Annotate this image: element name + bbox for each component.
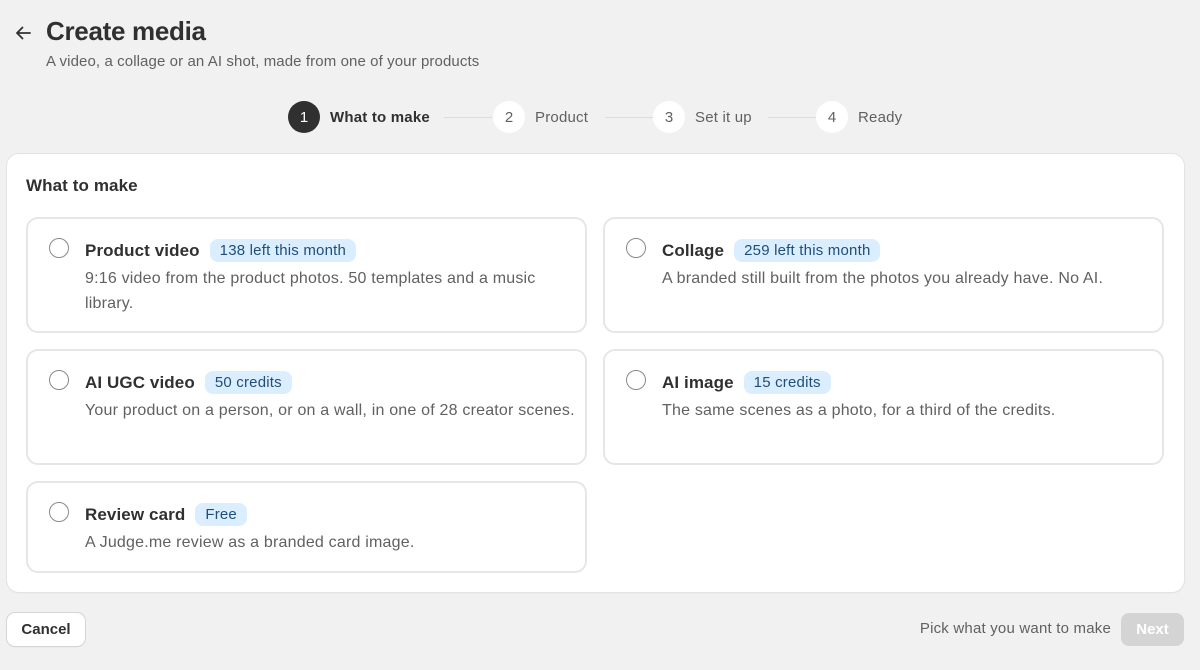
option-title: AI image xyxy=(662,372,734,392)
page-header: Create media A video, a collage or an AI… xyxy=(0,0,1200,80)
step-set-it-up: 3 Set it up xyxy=(653,100,752,134)
option-description: A branded still built from the photos yo… xyxy=(662,270,1104,287)
option-review-card[interactable]: Review card Free A Judge.me review as a … xyxy=(26,481,587,573)
option-description: 9:16 video from the product photos. 50 t… xyxy=(85,270,536,312)
option-product-video[interactable]: Product video 138 left this month 9:16 v… xyxy=(26,217,587,333)
step-label: Product xyxy=(535,108,589,126)
step-connector xyxy=(444,117,492,118)
option-ai-image[interactable]: AI image 15 credits The same scenes as a… xyxy=(603,349,1164,465)
option-description: A Judge.me review as a branded card imag… xyxy=(85,534,415,551)
radio-button[interactable] xyxy=(626,370,646,390)
step-number: 1 xyxy=(288,101,320,133)
arrow-left-icon xyxy=(16,26,31,40)
option-title: Review card xyxy=(85,504,186,524)
option-title: Product video xyxy=(85,240,200,260)
radio-button[interactable] xyxy=(626,238,646,258)
step-label: What to make xyxy=(330,108,430,126)
option-badge: Free xyxy=(195,503,247,526)
step-number: 2 xyxy=(493,101,525,133)
step-number: 3 xyxy=(653,101,685,133)
radio-button[interactable] xyxy=(49,502,69,522)
stepper: 1 What to make 2 Product 3 Set it up 4 R… xyxy=(0,100,1200,134)
option-badge: 259 left this month xyxy=(734,239,881,262)
step-what-to-make: 1 What to make xyxy=(288,100,430,134)
media-type-card: What to make Product video 138 left this… xyxy=(7,154,1184,592)
option-description: Your product on a person, or on a wall, … xyxy=(85,402,575,419)
cancel-button[interactable]: Cancel xyxy=(7,613,85,646)
back-button[interactable] xyxy=(10,20,36,46)
option-badge: 15 credits xyxy=(743,371,831,394)
step-connector xyxy=(768,117,816,118)
section-title: What to make xyxy=(26,176,138,195)
option-description: The same scenes as a photo, for a third … xyxy=(662,402,1056,419)
option-badge: 50 credits xyxy=(204,371,292,394)
step-number: 4 xyxy=(816,101,848,133)
step-label: Ready xyxy=(858,108,903,126)
option-collage[interactable]: Collage 259 left this month A branded st… xyxy=(603,217,1164,333)
step-ready: 4 Ready xyxy=(816,100,902,134)
footer-hint: Pick what you want to make xyxy=(919,620,1111,637)
step-product: 2 Product xyxy=(493,100,588,134)
option-title: Collage xyxy=(662,240,725,260)
option-ai-ugc-video[interactable]: AI UGC video 50 credits Your product on … xyxy=(26,349,587,465)
step-label: Set it up xyxy=(695,108,752,126)
radio-button[interactable] xyxy=(49,238,69,258)
next-button[interactable]: Next xyxy=(1121,613,1184,646)
page-subtitle: A video, a collage or an AI shot, made f… xyxy=(46,53,480,70)
radio-button[interactable] xyxy=(49,370,69,390)
option-badge: 138 left this month xyxy=(209,239,357,262)
option-title: AI UGC video xyxy=(85,372,195,392)
step-connector xyxy=(605,117,653,118)
page-title: Create media xyxy=(46,16,206,46)
